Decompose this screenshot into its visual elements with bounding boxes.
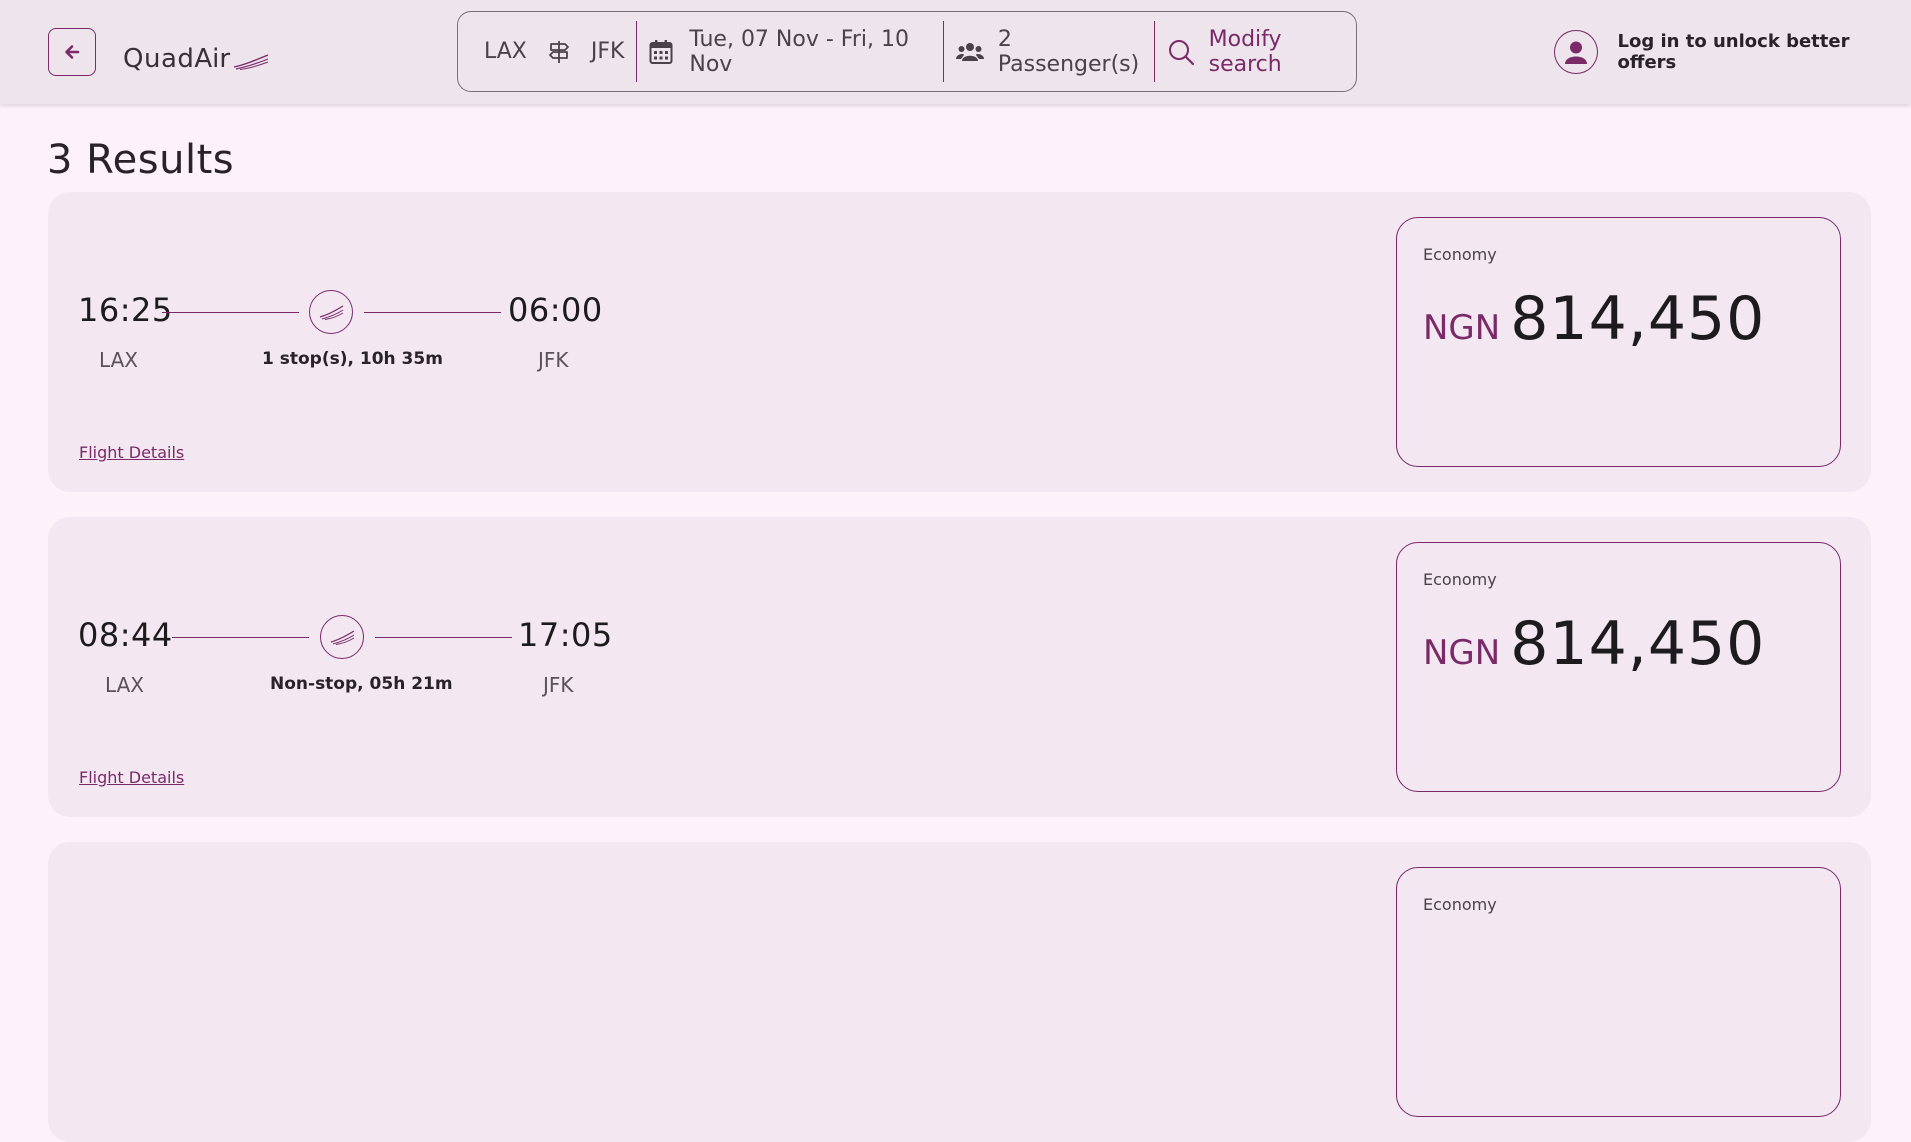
origin-code: LAX <box>484 39 527 64</box>
flight-details-link[interactable]: Flight Details <box>79 768 184 787</box>
flight-result-card: Economy <box>48 842 1871 1142</box>
search-icon <box>1167 38 1195 66</box>
flight-duration: Non-stop, 05h 21m <box>270 674 453 694</box>
logo-quad-text: Quad <box>123 44 195 74</box>
route-line <box>162 312 299 313</box>
top-header: Quad Air LAX JFK Tue, 07 Nov - Fri, 10 N… <box>0 0 1911 104</box>
travel-dates: Tue, 07 Nov - Fri, 10 Nov <box>689 26 909 77</box>
origin-airport: LAX <box>99 348 138 372</box>
modify-search-button[interactable]: Modify search <box>1155 12 1356 91</box>
login-button[interactable]: Log in to unlock better offers <box>1554 29 1911 75</box>
route-segment[interactable]: LAX JFK <box>458 12 636 91</box>
passenger-count: 2 Passenger(s) <box>997 26 1140 77</box>
logo-air-text: Air <box>194 44 231 74</box>
results-count-title: 3 Results <box>47 136 235 183</box>
arrow-left-icon <box>65 45 80 59</box>
price-amount: 814,450 <box>1510 284 1766 354</box>
departure-time: 08:44 <box>78 616 173 654</box>
origin-airport: LAX <box>105 673 144 697</box>
fare-class-label: Economy <box>1423 895 1497 914</box>
price-amount: 814,450 <box>1510 609 1766 679</box>
economy-fare-option[interactable]: Economy NGN 814,450 <box>1396 217 1841 467</box>
dates-segment[interactable]: Tue, 07 Nov - Fri, 10 Nov <box>637 12 943 91</box>
fare-class-label: Economy <box>1423 245 1497 264</box>
currency-code: NGN <box>1423 633 1501 673</box>
destination-airport: JFK <box>543 673 574 697</box>
destination-airport: JFK <box>538 348 569 372</box>
arrival-time: 06:00 <box>508 291 603 329</box>
route-line <box>364 312 501 313</box>
signpost-icon <box>547 39 571 65</box>
passengers-segment[interactable]: 2 Passenger(s) <box>944 12 1154 91</box>
users-icon <box>955 42 984 62</box>
quadair-logo[interactable]: Quad Air <box>123 34 270 74</box>
back-button[interactable] <box>48 28 96 76</box>
search-summary-bar[interactable]: LAX JFK Tue, 07 Nov - Fri, 10 Nov 2 Pass… <box>457 11 1357 92</box>
flight-result-card: 16:25 06:00 LAX 1 stop(s), 10h 35m JFK F… <box>48 192 1871 492</box>
airline-logo-icon <box>320 615 364 659</box>
fare-price: NGN 814,450 <box>1423 609 1765 679</box>
departure-time: 16:25 <box>78 291 173 329</box>
login-label: Log in to unlock better offers <box>1617 31 1850 73</box>
route-line <box>172 637 309 638</box>
airline-logo-icon <box>309 290 353 334</box>
flight-result-card: 08:44 17:05 LAX Non-stop, 05h 21m JFK Fl… <box>48 517 1871 817</box>
currency-code: NGN <box>1423 308 1501 348</box>
fare-price: NGN 814,450 <box>1423 284 1765 354</box>
destination-code: JFK <box>590 39 625 64</box>
modify-search-label: Modify search <box>1208 26 1282 77</box>
flight-duration: 1 stop(s), 10h 35m <box>262 349 443 369</box>
fare-class-label: Economy <box>1423 570 1497 589</box>
economy-fare-option[interactable]: Economy NGN 814,450 <box>1396 542 1841 792</box>
calendar-icon <box>649 39 673 65</box>
logo-swoosh-icon <box>233 54 269 70</box>
economy-fare-option[interactable]: Economy <box>1396 867 1841 1117</box>
flight-details-link[interactable]: Flight Details <box>79 443 184 462</box>
route-line <box>375 637 512 638</box>
user-icon <box>1554 30 1598 74</box>
arrival-time: 17:05 <box>518 616 613 654</box>
